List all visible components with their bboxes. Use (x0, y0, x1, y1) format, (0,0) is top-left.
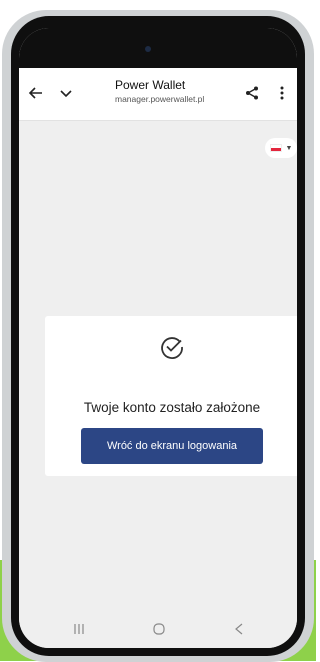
android-nav-bar (19, 608, 297, 648)
page-title: Power Wallet (115, 78, 186, 92)
page-title-block: Power Wallet manager.powerwallet.pl (115, 78, 204, 104)
camera-icon (145, 46, 151, 52)
browser-toolbar: Power Wallet manager.powerwallet.pl (19, 68, 297, 121)
screen: Power Wallet manager.powerwallet.pl ▼ Tw… (19, 28, 297, 648)
poland-flag-icon (269, 144, 282, 152)
phone-bezel: Power Wallet manager.powerwallet.pl ▼ Tw… (11, 16, 305, 656)
recents-icon[interactable] (67, 620, 91, 638)
more-vert-icon[interactable] (271, 82, 293, 104)
home-icon[interactable] (147, 620, 171, 638)
confirmation-card: Twoje konto zostało założone Wróć do ekr… (45, 316, 297, 476)
caret-down-icon: ▼ (285, 144, 293, 152)
status-bar (19, 28, 297, 68)
page-url: manager.powerwallet.pl (115, 94, 205, 104)
back-icon[interactable] (227, 620, 251, 638)
chevron-down-icon[interactable] (55, 82, 77, 104)
language-selector[interactable]: ▼ (265, 138, 297, 158)
share-icon[interactable] (241, 82, 263, 104)
check-circle-icon (161, 337, 183, 359)
success-message: Twoje konto zostało założone (83, 400, 261, 415)
arrow-left-icon[interactable] (25, 82, 47, 104)
phone-frame: Power Wallet manager.powerwallet.pl ▼ Tw… (2, 10, 314, 662)
back-to-login-button[interactable]: Wróć do ekranu logowania (81, 428, 263, 464)
